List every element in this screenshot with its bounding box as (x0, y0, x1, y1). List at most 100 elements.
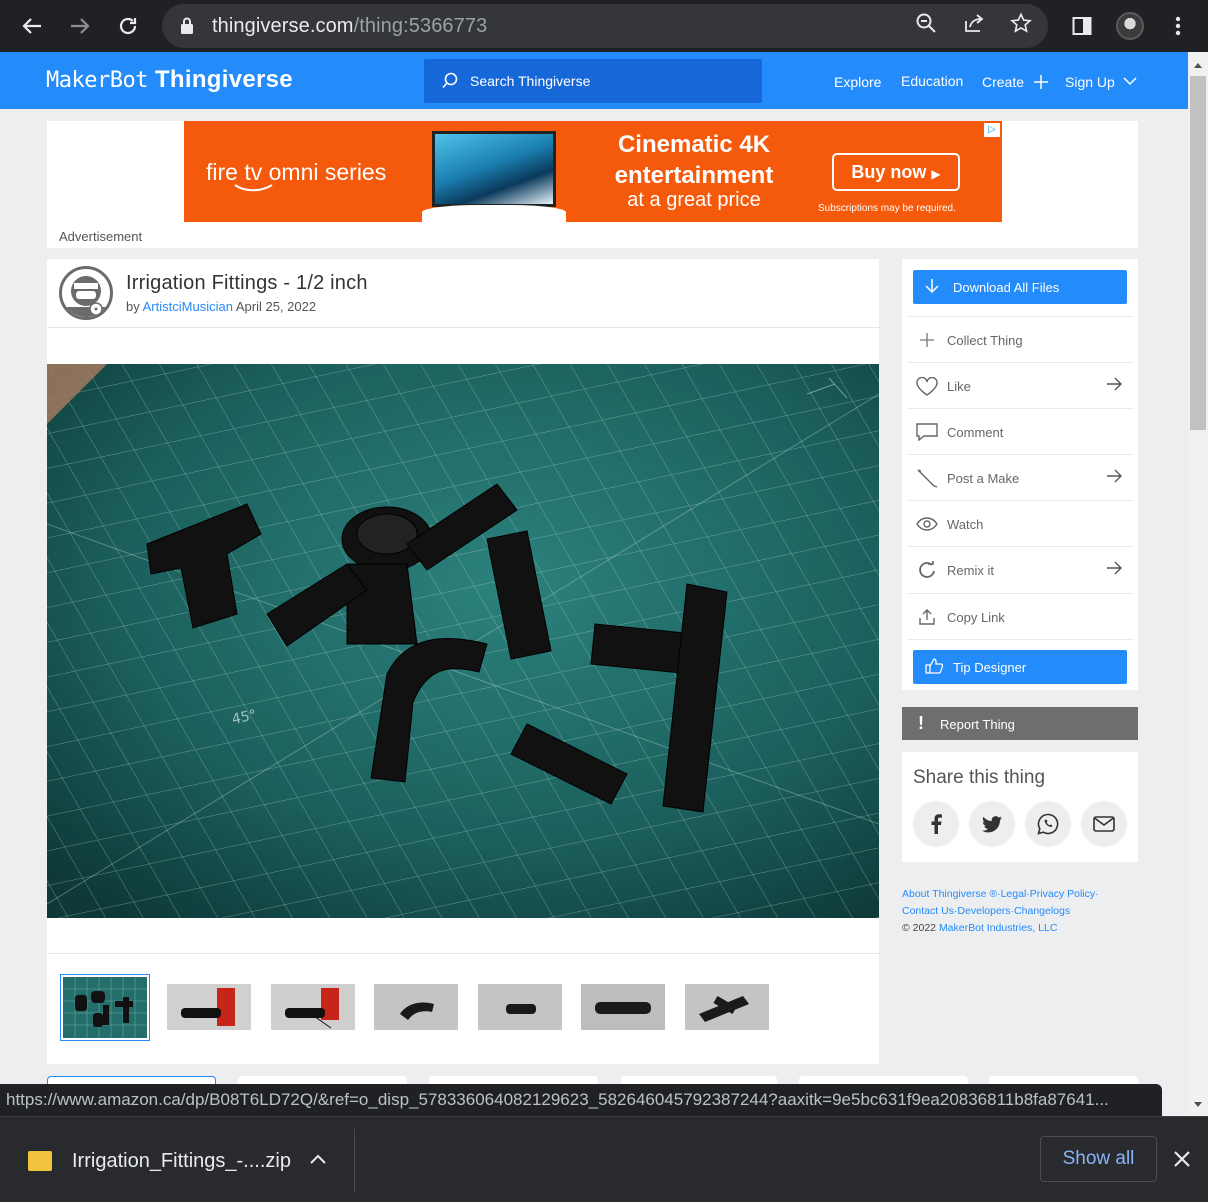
adchoices-icon[interactable]: ▷ (984, 123, 1000, 137)
twitter-share-button[interactable] (969, 801, 1015, 847)
facebook-share-button[interactable] (913, 801, 959, 847)
thumbnail-2[interactable] (167, 984, 251, 1030)
tv-image (432, 131, 556, 207)
tv-stand-image (422, 205, 566, 222)
post-a-make-action[interactable]: Post a Make (908, 454, 1134, 500)
eye-icon (916, 514, 938, 534)
search-input[interactable]: Search Thingiverse (424, 59, 762, 103)
copyright-text: © 2022 (902, 922, 937, 934)
thing-title: Irrigation Fittings - 1/2 inch (126, 272, 368, 294)
ad-brand: fire tv omni series (206, 159, 387, 185)
thumbnail-image (374, 984, 458, 1030)
thumbnail-image (581, 984, 665, 1030)
side-panel-icon[interactable] (1066, 10, 1098, 42)
share-title: Share this thing (913, 767, 1046, 788)
watch-action[interactable]: Watch (908, 500, 1134, 546)
ad-banner[interactable]: fire tv omni series Cinematic 4K entertai… (184, 121, 1002, 222)
chevron-down-icon (1123, 77, 1137, 86)
ad-fine-print: Subscriptions may be required. (818, 203, 956, 214)
ad-buy-now-button[interactable]: Buy now ▶ (832, 153, 960, 191)
footer-line-contact[interactable]: Contact Us·Developers·Changelogs (902, 903, 1099, 920)
thingiverse-logo[interactable]: MakerBot Thingiverse (46, 66, 293, 94)
footer-links: About Thingiverse ®·Legal·Privacy Policy… (902, 886, 1099, 937)
thumbnail-image (271, 984, 355, 1030)
company-link[interactable]: MakerBot Industries, LLC (939, 922, 1057, 934)
author-avatar[interactable] (59, 266, 113, 320)
reload-icon (119, 17, 137, 35)
nav-education[interactable]: Education (901, 73, 963, 89)
thumbnail-7[interactable] (685, 984, 769, 1030)
cutting-mat-photo: 45° (47, 364, 879, 918)
divider (354, 1129, 355, 1193)
chrome-menu-icon[interactable] (1162, 10, 1194, 42)
thumbnail-4[interactable] (374, 984, 458, 1030)
browser-toolbar: thingiverse.com/thing:5366773 (0, 0, 1208, 52)
collect-thing-action[interactable]: Collect Thing (908, 316, 1134, 362)
footer-line-about[interactable]: About Thingiverse ®·Legal·Privacy Policy… (902, 886, 1099, 903)
download-file-name[interactable]: Irrigation_Fittings_-....zip (72, 1150, 291, 1173)
thumbnail-image (167, 984, 251, 1030)
profile-avatar[interactable] (1114, 10, 1146, 42)
thumbnail-6[interactable] (581, 984, 665, 1030)
forward-button[interactable] (64, 10, 96, 42)
thumbnail-3[interactable] (271, 984, 355, 1030)
remix-icon (916, 560, 938, 580)
bookmark-star-icon[interactable] (1008, 10, 1034, 36)
link-status-bubble: https://www.amazon.ca/dp/B08T6LD72Q/&ref… (0, 1084, 1162, 1116)
search-icon (442, 72, 459, 94)
ad-label: Advertisement (59, 229, 143, 244)
download-all-files-button[interactable]: Download All Files (913, 270, 1127, 304)
share-page-icon[interactable] (961, 10, 987, 36)
site-header: MakerBot Thingiverse Search Thingiverse … (0, 52, 1188, 109)
divider (908, 639, 1134, 640)
report-thing-button[interactable]: ! Report Thing (902, 707, 1138, 740)
thumbnail-image (478, 984, 562, 1030)
remix-action[interactable]: Remix it (908, 546, 1134, 592)
avatar (1116, 12, 1144, 40)
thumbnail-1[interactable] (60, 974, 150, 1041)
zip-file-icon (28, 1151, 52, 1171)
arrow-right-icon[interactable] (1106, 561, 1122, 580)
forward-arrow-icon (71, 18, 90, 34)
author-link[interactable]: ArtistciMusician (143, 299, 233, 314)
scroll-thumb[interactable] (1188, 76, 1208, 430)
thumbnail-5[interactable] (478, 984, 562, 1030)
chevron-up-icon[interactable] (310, 1151, 326, 1169)
upload-share-icon (916, 607, 938, 627)
back-arrow-icon (22, 18, 41, 34)
nav-explore[interactable]: Explore (834, 74, 881, 90)
thumbnail-image (685, 984, 769, 1030)
reload-button[interactable] (112, 10, 144, 42)
email-share-button[interactable] (1081, 801, 1127, 847)
whatsapp-icon (1037, 813, 1059, 835)
comment-action[interactable]: Comment (908, 408, 1134, 454)
facebook-icon (931, 814, 942, 834)
thumbnail-image (63, 977, 147, 1038)
divider (47, 953, 879, 954)
whatsapp-share-button[interactable] (1025, 801, 1071, 847)
download-arrow-icon (925, 278, 939, 297)
robot-avatar-icon (66, 276, 106, 317)
like-action[interactable]: Like (908, 362, 1134, 408)
thumbs-up-icon (925, 658, 944, 677)
zoom-icon[interactable] (913, 10, 939, 36)
ad-headline: Cinematic 4K entertainment (614, 131, 774, 189)
show-all-button[interactable]: Show all (1040, 1136, 1157, 1182)
thing-meta: by ArtistciMusician April 25, 2022 (126, 299, 317, 314)
ad-subline: at a great price (627, 189, 761, 211)
comment-icon (916, 422, 938, 442)
lock-icon (180, 17, 194, 40)
scroll-down-icon (1194, 1102, 1202, 1107)
scroll-up-icon (1194, 63, 1202, 68)
heart-icon (916, 376, 938, 396)
plus-icon (1033, 75, 1048, 89)
tip-designer-button[interactable]: Tip Designer (913, 650, 1127, 684)
nav-create[interactable]: Create (982, 74, 1048, 90)
close-icon[interactable] (1172, 1149, 1192, 1174)
back-button[interactable] (16, 10, 48, 42)
arrow-right-icon[interactable] (1106, 469, 1122, 488)
copy-link-action[interactable]: Copy Link (908, 593, 1134, 639)
thing-main-image[interactable]: 45° (47, 364, 879, 918)
nav-signup[interactable]: Sign Up (1065, 74, 1137, 90)
arrow-right-icon[interactable] (1106, 377, 1122, 396)
